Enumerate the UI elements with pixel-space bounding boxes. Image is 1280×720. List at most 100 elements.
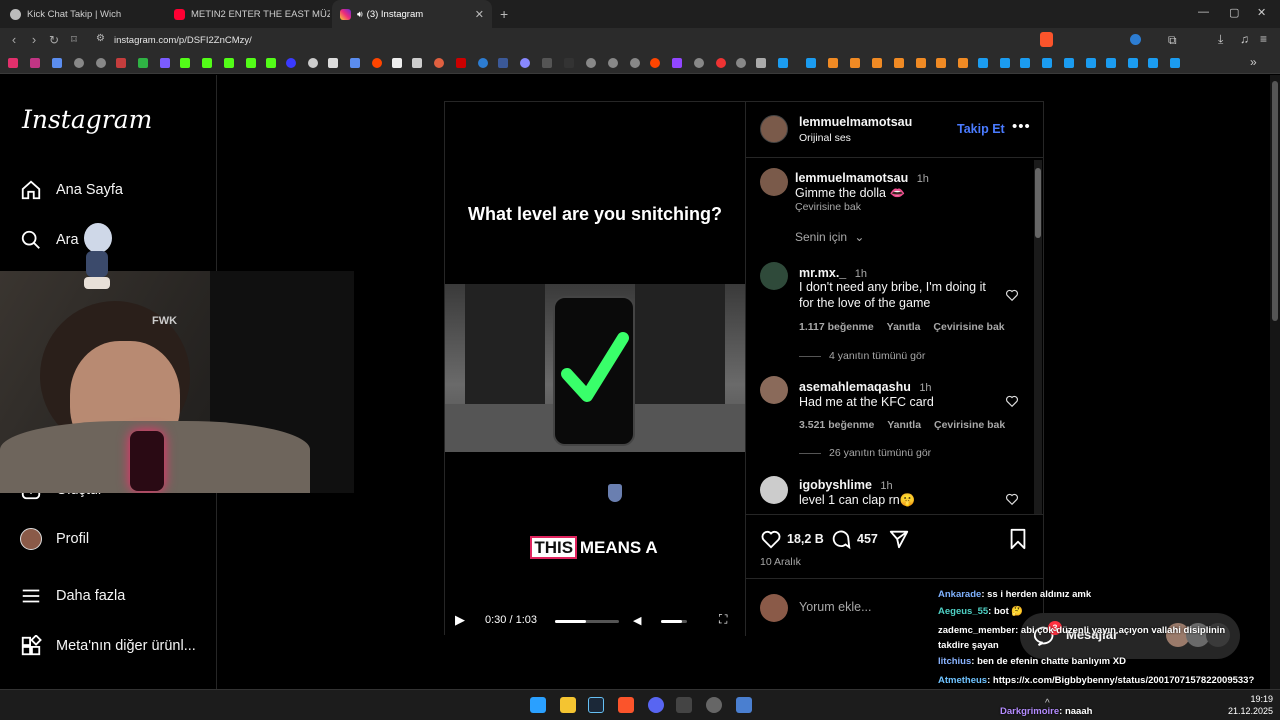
new-tab-button[interactable]: + (500, 6, 508, 22)
bookmark-icon[interactable] (872, 58, 882, 68)
comment-avatar[interactable] (760, 262, 788, 290)
discord-icon[interactable] (648, 697, 664, 713)
share-icon[interactable] (888, 528, 910, 550)
caption-avatar[interactable] (760, 168, 788, 196)
steam-icon[interactable] (1148, 58, 1158, 68)
reload-icon[interactable]: ↻ (46, 32, 62, 48)
comment-likes[interactable]: 3.521 beğenme (799, 419, 874, 431)
view-replies-link[interactable]: 26 yanıtın tümünü gör (799, 447, 931, 459)
bookmark-icon[interactable] (116, 58, 126, 68)
sidebar-item-home[interactable]: Ana Sayfa (20, 179, 123, 201)
audio-label[interactable]: Orijinal ses (799, 132, 851, 144)
close-tab-icon[interactable]: ✕ (475, 8, 484, 21)
bookmark-icon[interactable] (478, 58, 488, 68)
kick-icon[interactable] (266, 58, 276, 68)
bookmark-icon[interactable] (30, 58, 40, 68)
minimize-button[interactable]: — (1198, 6, 1209, 18)
view-replies-link[interactable]: 4 yanıtın tümünü gör (799, 350, 925, 362)
volume-slider[interactable] (661, 620, 687, 623)
comment-avatar[interactable] (760, 376, 788, 404)
bookmark-icon[interactable] (564, 58, 574, 68)
author-username[interactable]: lemmuelmamotsau (799, 115, 912, 129)
steam-icon[interactable] (1042, 58, 1052, 68)
extensions-icon[interactable]: ⧉ (1168, 33, 1177, 48)
comment-filter-dropdown[interactable]: Senin için ⌄ (795, 230, 864, 244)
sidebar-item-more[interactable]: Daha fazla (20, 585, 125, 607)
bookmark-icon[interactable] (542, 58, 552, 68)
caption-username[interactable]: lemmuelmamotsau (795, 171, 908, 185)
bookmark-icon[interactable] (694, 58, 704, 68)
bookmark-icon[interactable] (850, 58, 860, 68)
media-icon[interactable]: ♫ (1240, 32, 1249, 46)
back-icon[interactable]: ‹ (6, 32, 22, 48)
translate-link[interactable]: Çevirisine bak (933, 321, 1004, 333)
url-field[interactable]: ⚙ instagram.com/p/DSFI2ZnCMzy/ (90, 31, 960, 49)
bookmark-icon[interactable] (586, 58, 596, 68)
heart-icon[interactable] (1005, 492, 1019, 506)
comment-username[interactable]: igobyshlime (799, 478, 872, 492)
like-heart-icon[interactable] (760, 528, 782, 550)
bookmark-icon[interactable] (456, 58, 466, 68)
steam-icon[interactable] (778, 58, 788, 68)
like-count[interactable]: 18,2 B (787, 532, 824, 546)
bookmark-icon[interactable] (520, 58, 530, 68)
comment-icon[interactable] (830, 528, 852, 550)
bookmark-icon[interactable] (412, 58, 422, 68)
bookmark-icon[interactable] (138, 58, 148, 68)
forward-icon[interactable]: › (26, 32, 42, 48)
bookmark-icon[interactable] (52, 58, 62, 68)
site-info-icon[interactable]: ⚙ (96, 33, 105, 44)
kick-icon[interactable] (202, 58, 212, 68)
steam-icon[interactable] (1106, 58, 1116, 68)
maximize-button[interactable]: ▢ (1229, 6, 1239, 19)
reply-link[interactable]: Yanıtla (887, 419, 921, 431)
menu-icon[interactable]: ≡ (1260, 32, 1267, 46)
clock[interactable]: 19:19 21.12.2025 (1228, 693, 1273, 717)
close-window-button[interactable]: ✕ (1257, 6, 1266, 19)
heart-icon[interactable] (1005, 288, 1019, 302)
video-player[interactable]: What level are you snitching? THIS MEANS… (445, 102, 745, 636)
steam-icon[interactable] (1000, 58, 1010, 68)
windows-start-icon[interactable] (530, 697, 546, 713)
bookmark-icon[interactable] (716, 58, 726, 68)
reddit-icon[interactable] (372, 58, 382, 68)
bookmark-icon[interactable] (8, 58, 18, 68)
kick-icon[interactable] (180, 58, 190, 68)
video-progress-bar[interactable] (555, 620, 619, 623)
bookmark-icon[interactable] (672, 58, 682, 68)
steam-icon[interactable] (806, 58, 816, 68)
brave-browser-icon[interactable] (618, 697, 634, 713)
more-options-icon[interactable]: ••• (1012, 118, 1031, 135)
scrollbar-thumb[interactable] (1035, 168, 1041, 238)
comment-input[interactable]: Yorum ekle... (799, 600, 872, 614)
steam-icon[interactable] (1128, 58, 1138, 68)
page-scrollbar[interactable] (1270, 75, 1280, 689)
bookmark-icon[interactable]: ⌑ (66, 32, 82, 48)
heart-icon[interactable] (1005, 394, 1019, 408)
bookmark-icon[interactable] (828, 58, 838, 68)
comment-avatar[interactable] (760, 476, 788, 504)
steam-icon[interactable] (1064, 58, 1074, 68)
bookmark-icon[interactable] (498, 58, 508, 68)
steam-icon[interactable] (1170, 58, 1180, 68)
comment-username[interactable]: asemahlemaqashu (799, 380, 911, 394)
bookmark-icon[interactable] (936, 58, 946, 68)
reply-link[interactable]: Yanıtla (887, 321, 921, 333)
bookmark-icon[interactable] (286, 58, 296, 68)
comment-likes[interactable]: 1.117 beğenme (799, 321, 874, 333)
bookmark-icon[interactable] (434, 58, 444, 68)
app-icon[interactable] (676, 697, 692, 713)
caption-translate-link[interactable]: Çevirisine bak (795, 201, 861, 213)
bookmark-icon[interactable] (916, 58, 926, 68)
bookmark-icon[interactable] (392, 58, 402, 68)
steam-icon[interactable] (978, 58, 988, 68)
sidebar-item-search[interactable]: Ara (20, 229, 79, 251)
app-icon[interactable] (736, 697, 752, 713)
save-bookmark-icon[interactable] (1008, 528, 1028, 550)
volume-icon[interactable]: ◀︎ (633, 614, 641, 627)
bookmark-icon[interactable] (350, 58, 360, 68)
instagram-logo[interactable]: Instagram (22, 105, 152, 134)
kick-icon[interactable] (246, 58, 256, 68)
download-icon[interactable]: ⤓ (1218, 32, 1223, 47)
tab-instagram[interactable]: 🔊︎ (3) Instagram ✕ (332, 0, 492, 28)
